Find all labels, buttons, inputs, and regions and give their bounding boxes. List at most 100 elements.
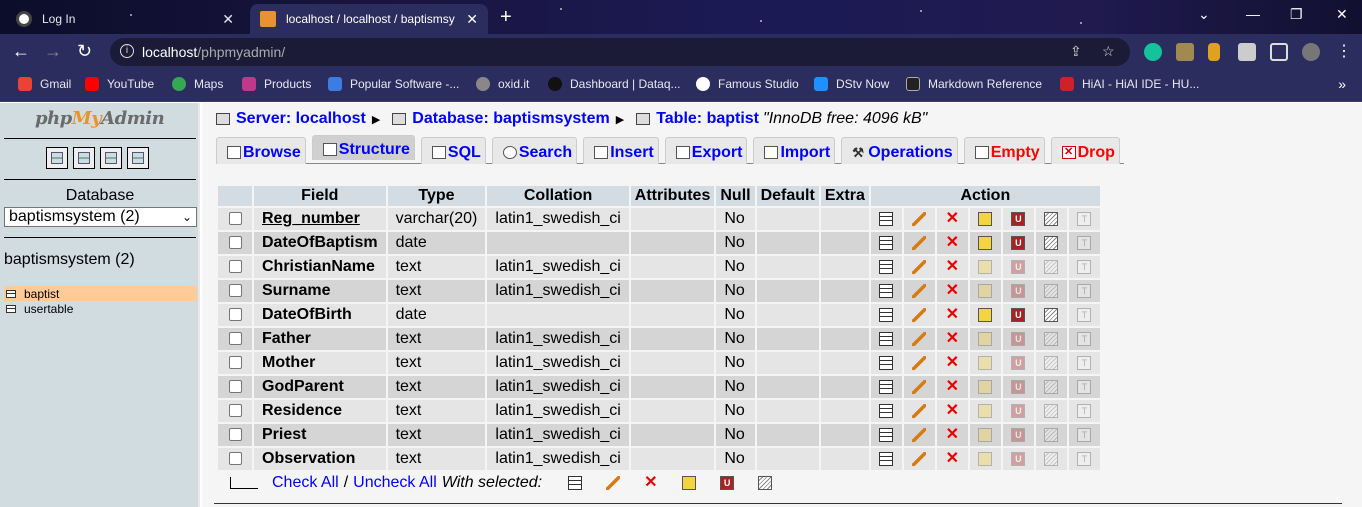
unique-icon[interactable]: U bbox=[1011, 283, 1026, 298]
checkbox[interactable] bbox=[228, 380, 242, 394]
unique-icon[interactable]: U bbox=[1011, 331, 1026, 346]
drop-field-icon[interactable]: ✕ bbox=[945, 306, 959, 322]
table-item-usertable[interactable]: usertable bbox=[4, 301, 197, 316]
row-checkbox[interactable] bbox=[218, 352, 252, 374]
index-icon[interactable] bbox=[1044, 307, 1059, 322]
extension-icon[interactable] bbox=[1176, 43, 1194, 61]
edit-field-icon[interactable] bbox=[912, 259, 927, 274]
drop-field-icon[interactable]: ✕ bbox=[945, 354, 959, 370]
bookmark-markdown[interactable]: Markdown Reference bbox=[906, 77, 1042, 91]
tab-search-chevron-icon[interactable]: ⌄ bbox=[1198, 6, 1210, 23]
unique-icon[interactable]: U bbox=[1011, 403, 1026, 418]
tab-drop[interactable]: ✕ Drop bbox=[1050, 137, 1120, 164]
drop-field-icon[interactable]: ✕ bbox=[945, 402, 959, 418]
bookmark-youtube[interactable]: YouTube bbox=[85, 77, 154, 91]
primary-key-icon[interactable] bbox=[978, 283, 993, 298]
row-checkbox[interactable] bbox=[218, 304, 252, 326]
tab-browse[interactable]: Browse bbox=[216, 137, 306, 164]
url-text[interactable]: localhost/phpmyadmin/ bbox=[142, 44, 285, 60]
tab-export[interactable]: Export bbox=[664, 137, 748, 164]
unique-icon[interactable]: U bbox=[1011, 379, 1026, 394]
checkbox[interactable] bbox=[228, 404, 242, 418]
edit-field-icon[interactable] bbox=[912, 451, 927, 466]
site-info-icon[interactable]: i bbox=[120, 44, 134, 58]
edit-selected-icon[interactable] bbox=[606, 476, 621, 490]
bookmark-famous-studio[interactable]: Famous Studio bbox=[696, 77, 799, 91]
maximize-button[interactable]: ❐ bbox=[1290, 6, 1303, 23]
primary-key-icon[interactable] bbox=[978, 235, 993, 250]
drop-field-icon[interactable]: ✕ bbox=[945, 234, 959, 250]
drop-selected-icon[interactable]: ✕ bbox=[644, 475, 658, 491]
bookmark-gmail[interactable]: Gmail bbox=[18, 77, 71, 91]
edit-field-icon[interactable] bbox=[912, 403, 927, 418]
tab-insert[interactable]: Insert bbox=[583, 137, 659, 164]
table-item-baptist[interactable]: baptist bbox=[4, 286, 197, 301]
browse-distinct-icon[interactable] bbox=[879, 451, 894, 466]
primary-selected-icon[interactable] bbox=[682, 476, 697, 490]
row-checkbox[interactable] bbox=[218, 424, 252, 446]
index-icon[interactable] bbox=[1044, 427, 1059, 442]
bookmark-popular-software[interactable]: Popular Software -... bbox=[328, 77, 459, 91]
primary-key-icon[interactable] bbox=[978, 355, 993, 370]
index-icon[interactable] bbox=[1044, 355, 1059, 370]
minimize-button[interactable]: — bbox=[1246, 6, 1260, 22]
unique-icon[interactable]: U bbox=[1011, 307, 1026, 322]
checkbox[interactable] bbox=[228, 428, 242, 442]
primary-key-icon[interactable] bbox=[978, 211, 993, 226]
checkbox[interactable] bbox=[228, 260, 242, 274]
primary-key-icon[interactable] bbox=[978, 379, 993, 394]
checkbox[interactable] bbox=[228, 284, 242, 298]
browse-distinct-icon[interactable] bbox=[879, 331, 894, 346]
share-icon[interactable]: ⇪ bbox=[1070, 43, 1082, 60]
unique-selected-icon[interactable]: U bbox=[720, 476, 735, 490]
breadcrumb-database[interactable]: Database: baptismsystem bbox=[412, 110, 609, 128]
browse-distinct-icon[interactable] bbox=[879, 427, 894, 442]
query-window-icon[interactable] bbox=[73, 147, 95, 169]
primary-key-icon[interactable] bbox=[978, 259, 993, 274]
tab-operations[interactable]: ⚒ Operations bbox=[841, 137, 958, 164]
checkbox[interactable] bbox=[228, 452, 242, 466]
edit-field-icon[interactable] bbox=[912, 211, 927, 226]
close-tab-icon[interactable]: ✕ bbox=[466, 11, 478, 28]
tab-sql[interactable]: SQL bbox=[420, 137, 486, 164]
drop-field-icon[interactable]: ✕ bbox=[945, 282, 959, 298]
unique-icon[interactable]: U bbox=[1011, 235, 1026, 250]
reload-button[interactable]: ↻ bbox=[77, 41, 92, 62]
checkbox[interactable] bbox=[228, 212, 242, 226]
browse-distinct-icon[interactable] bbox=[879, 211, 894, 226]
browse-distinct-icon[interactable] bbox=[879, 403, 894, 418]
fulltext-icon[interactable]: T bbox=[1077, 451, 1092, 466]
bookmark-hiai[interactable]: HiAI - HiAI IDE - HU... bbox=[1060, 77, 1199, 91]
index-icon[interactable] bbox=[1044, 403, 1059, 418]
index-icon[interactable] bbox=[1044, 379, 1059, 394]
fulltext-icon[interactable]: T bbox=[1077, 283, 1092, 298]
extension-icon[interactable] bbox=[1208, 43, 1220, 61]
fulltext-icon[interactable]: T bbox=[1077, 427, 1092, 442]
unique-icon[interactable]: U bbox=[1011, 211, 1026, 226]
bookmark-maps[interactable]: Maps bbox=[172, 77, 223, 91]
edit-field-icon[interactable] bbox=[912, 379, 927, 394]
row-checkbox[interactable] bbox=[218, 328, 252, 350]
phpmyadmin-logo[interactable]: phpMyAdmin bbox=[35, 108, 165, 129]
fulltext-icon[interactable]: T bbox=[1077, 211, 1092, 226]
breadcrumb-server[interactable]: Server: localhost bbox=[236, 110, 366, 128]
tab-structure[interactable]: Structure bbox=[311, 135, 415, 160]
primary-key-icon[interactable] bbox=[978, 451, 993, 466]
drop-field-icon[interactable]: ✕ bbox=[945, 426, 959, 442]
fulltext-icon[interactable]: T bbox=[1077, 307, 1092, 322]
fulltext-icon[interactable]: T bbox=[1077, 235, 1092, 250]
database-select[interactable]: baptismsystem (2) ⌄ bbox=[4, 207, 197, 227]
row-checkbox[interactable] bbox=[218, 208, 252, 230]
browse-distinct-icon[interactable] bbox=[879, 283, 894, 298]
fulltext-icon[interactable]: T bbox=[1077, 331, 1092, 346]
drop-field-icon[interactable]: ✕ bbox=[945, 258, 959, 274]
index-icon[interactable] bbox=[1044, 211, 1059, 226]
fulltext-icon[interactable]: T bbox=[1077, 259, 1092, 274]
fulltext-icon[interactable]: T bbox=[1077, 355, 1092, 370]
edit-field-icon[interactable] bbox=[912, 331, 927, 346]
bookmark-oxid[interactable]: oxid.it bbox=[476, 77, 529, 91]
checkbox[interactable] bbox=[228, 308, 242, 322]
row-checkbox[interactable] bbox=[218, 232, 252, 254]
extensions-puzzle-icon[interactable] bbox=[1238, 43, 1256, 61]
index-selected-icon[interactable] bbox=[758, 476, 773, 490]
